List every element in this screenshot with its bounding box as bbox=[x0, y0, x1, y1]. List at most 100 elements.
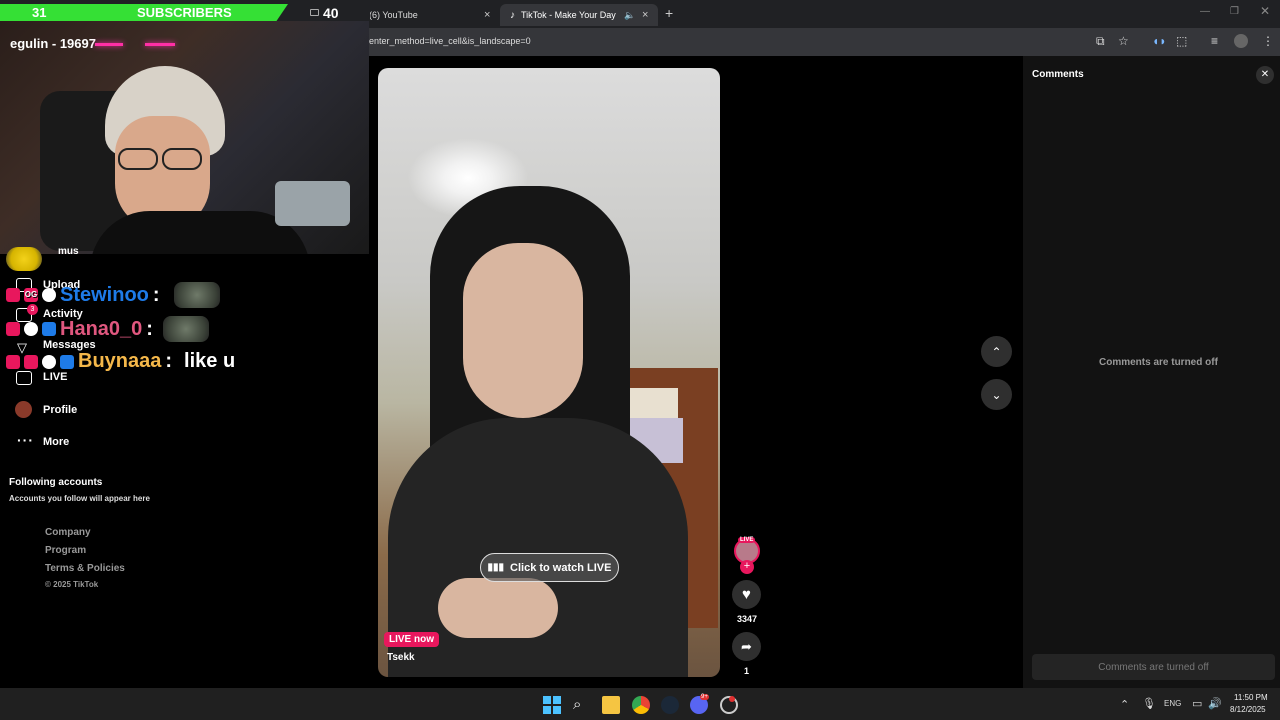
extensions-icon[interactable]: ⬚ bbox=[1176, 34, 1187, 48]
person-face bbox=[463, 243, 583, 418]
footer-company[interactable]: Company bbox=[45, 527, 91, 538]
chat-separator: : bbox=[146, 317, 153, 340]
microphone-icon[interactable]: 🎙 bbox=[1142, 697, 1156, 710]
next-video-button[interactable]: ⌄ bbox=[981, 379, 1012, 410]
tiktok-icon: ♪ bbox=[510, 9, 515, 21]
footer-copyright: © 2025 TikTok bbox=[45, 580, 99, 589]
profile-avatar[interactable] bbox=[1234, 34, 1248, 48]
comments-off-message: Comments are turned off bbox=[1099, 357, 1218, 368]
sidebar-item-partial[interactable]: mus bbox=[58, 246, 79, 257]
glasses bbox=[162, 148, 202, 170]
avatar-live-tag: LIVE bbox=[738, 537, 756, 543]
minimize-icon[interactable]: — bbox=[1200, 6, 1210, 17]
chat-message-text: like u bbox=[184, 350, 236, 372]
chrome-icon[interactable] bbox=[632, 696, 650, 714]
chat-message: OG Stewinoo: bbox=[6, 282, 220, 308]
sword-badge-icon bbox=[6, 354, 20, 369]
person-hands bbox=[438, 578, 558, 638]
chevron-down-icon: ⌄ bbox=[991, 387, 1002, 402]
viewer-icon bbox=[310, 9, 319, 16]
sidebar-item-profile[interactable]: Profile bbox=[43, 404, 77, 416]
watch-live-label: Click to watch LIVE bbox=[510, 561, 612, 574]
close-tab-icon[interactable]: × bbox=[484, 9, 490, 21]
language-indicator[interactable]: ENG bbox=[1164, 699, 1181, 708]
like-button[interactable]: ♥ bbox=[732, 580, 761, 609]
chat-message: Buynaaa: like u bbox=[6, 350, 235, 373]
chat-message: Hana0_0: bbox=[6, 316, 209, 342]
heart-badge-icon bbox=[6, 322, 20, 336]
tray-chevron-icon[interactable]: ⌃ bbox=[1120, 698, 1129, 711]
comments-panel bbox=[1023, 56, 1280, 688]
bookmark-star-icon[interactable]: ☆ bbox=[1118, 34, 1129, 48]
minion-emote bbox=[6, 247, 42, 271]
tab-tiktok[interactable]: ♪ TikTok - Make Your Day 🔈 × bbox=[500, 4, 658, 26]
viewer-count: 40 bbox=[323, 5, 339, 21]
clock-time[interactable]: 11:50 PM bbox=[1234, 693, 1268, 702]
url-field[interactable]: enter_method=live_cell&is_landscape=0 bbox=[369, 36, 531, 46]
tab-tiktok-title: TikTok - Make Your Day bbox=[521, 10, 616, 20]
heart-icon: ♥ bbox=[742, 586, 751, 603]
speaker-icon[interactable]: 🔈 bbox=[624, 10, 635, 21]
chat-username: Buynaaa bbox=[78, 350, 162, 372]
mask-badge-icon bbox=[42, 288, 56, 302]
following-title: Following accounts bbox=[9, 477, 103, 488]
network-icon[interactable]: ▭ bbox=[1192, 697, 1202, 710]
neon-light bbox=[145, 43, 175, 46]
follow-plus-icon[interactable]: + bbox=[740, 560, 754, 574]
notification-dot bbox=[729, 696, 735, 702]
close-comments-button[interactable]: ✕ bbox=[1256, 66, 1274, 84]
more-dots-icon: ··· bbox=[17, 432, 34, 448]
glasses bbox=[118, 148, 158, 170]
menu-kebab-icon[interactable]: ⋮ bbox=[1262, 34, 1274, 48]
share-count: 1 bbox=[744, 666, 750, 676]
media-icon[interactable]: ◖◗ bbox=[1152, 34, 1167, 48]
windows-start-icon[interactable] bbox=[543, 696, 561, 714]
sword-badge-icon bbox=[6, 288, 20, 302]
emote-image bbox=[162, 316, 209, 342]
footer-terms[interactable]: Terms & Policies bbox=[45, 563, 125, 574]
previous-video-button[interactable]: ⌃ bbox=[981, 336, 1012, 367]
webcam-feed: egulin - 19697 bbox=[0, 21, 369, 254]
close-tab-icon[interactable]: × bbox=[642, 9, 648, 21]
comment-input[interactable]: Comments are turned off bbox=[1032, 654, 1275, 680]
list-badge-icon bbox=[42, 322, 56, 336]
bars-icon: ▮▮▮ bbox=[487, 562, 505, 573]
clock-date[interactable]: 8/12/2025 bbox=[1230, 705, 1266, 714]
og-badge-icon: OG bbox=[24, 288, 38, 302]
search-icon[interactable]: ⌕ bbox=[573, 696, 591, 714]
list-badge-icon bbox=[60, 354, 74, 369]
file-explorer-icon[interactable] bbox=[602, 696, 620, 714]
reading-list-icon[interactable]: ≡ bbox=[1211, 34, 1218, 48]
live-now-badge: LIVE now bbox=[384, 632, 439, 647]
heart-badge-icon bbox=[24, 354, 38, 369]
share-arrow-icon: ➦ bbox=[741, 638, 752, 654]
volume-icon[interactable]: 🔊 bbox=[1208, 697, 1222, 710]
share-button[interactable]: ➦ bbox=[732, 632, 761, 661]
following-subtitle: Accounts you follow will appear here bbox=[9, 494, 150, 503]
discord-badge: 9+ bbox=[700, 694, 709, 700]
watch-live-button[interactable]: ▮▮▮ Click to watch LIVE bbox=[480, 553, 619, 582]
install-app-icon[interactable]: ⧉ bbox=[1096, 34, 1105, 49]
mask-badge-icon bbox=[42, 354, 56, 369]
restore-icon[interactable]: ❐ bbox=[1230, 6, 1239, 17]
sub-label: SUBSCRIBERS bbox=[137, 5, 232, 20]
sidebar-item-more[interactable]: More bbox=[43, 436, 69, 448]
window-close-icon[interactable]: ✕ bbox=[1260, 4, 1270, 18]
footer-program[interactable]: Program bbox=[45, 545, 86, 556]
chat-username: Hana0_0 bbox=[60, 317, 143, 340]
subscriber-goal-bar: 31 SUBSCRIBERS bbox=[0, 4, 288, 21]
comments-title: Comments bbox=[1032, 69, 1084, 80]
chevron-up-icon: ⌃ bbox=[991, 344, 1002, 359]
creator-name[interactable]: Tsekk bbox=[387, 652, 415, 663]
sub-count: 31 bbox=[32, 5, 47, 20]
new-tab-button[interactable]: + bbox=[665, 5, 673, 21]
profile-avatar-icon bbox=[15, 401, 32, 418]
emote-image bbox=[173, 282, 220, 308]
live-icon bbox=[16, 371, 32, 385]
steam-icon[interactable] bbox=[661, 696, 679, 714]
chat-separator: : bbox=[152, 283, 160, 306]
neon-light bbox=[95, 43, 123, 46]
chat-separator: : bbox=[165, 350, 173, 372]
like-count: 3347 bbox=[737, 614, 758, 624]
live-video-player[interactable]: ▮▮▮ Click to watch LIVE LIVE now Tsekk bbox=[378, 68, 720, 677]
